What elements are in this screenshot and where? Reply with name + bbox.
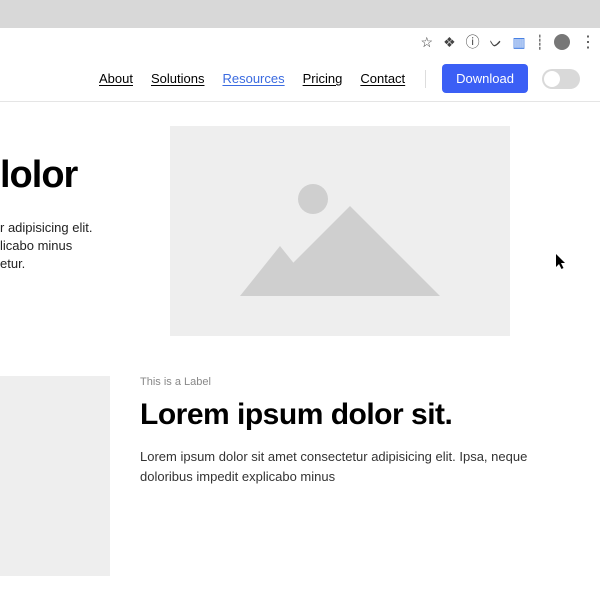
browser-tabbar bbox=[0, 0, 600, 28]
site-header: About Solutions Resources Pricing Contac… bbox=[0, 56, 600, 102]
pocket-icon[interactable]: ᨆ bbox=[490, 35, 503, 49]
hero-image-placeholder bbox=[170, 126, 510, 336]
download-button[interactable]: Download bbox=[442, 64, 528, 93]
nav-contact[interactable]: Contact bbox=[360, 71, 405, 86]
feature-label: This is a Label bbox=[140, 376, 570, 388]
info-icon[interactable]: ⓘ bbox=[466, 35, 480, 49]
primary-nav: About Solutions Resources Pricing Contac… bbox=[99, 71, 405, 86]
layers-icon[interactable]: ❖ bbox=[443, 35, 456, 49]
feature-section: This is a Label Lorem ipsum dolor sit. L… bbox=[0, 336, 600, 576]
toggle-knob bbox=[544, 71, 560, 87]
placeholder-mountain-icon bbox=[260, 206, 440, 296]
hero-title: lolor bbox=[0, 154, 140, 197]
feature-body: Lorem ipsum dolor sit amet consectetur a… bbox=[140, 447, 570, 486]
hero-text: lolor r adipisicing elit. licabo minus e… bbox=[0, 126, 140, 336]
page-content: lolor r adipisicing elit. licabo minus e… bbox=[0, 102, 600, 600]
hero-body: r adipisicing elit. licabo minus etur. bbox=[0, 219, 140, 274]
nav-about[interactable]: About bbox=[99, 71, 133, 86]
nav-resources[interactable]: Resources bbox=[222, 71, 284, 86]
divider-icon: ┊ bbox=[536, 35, 544, 49]
bookmark-star-icon[interactable]: ☆ bbox=[421, 35, 434, 49]
browser-toolbar: ☆ ❖ ⓘ ᨆ ▥ ┊ ⋮ bbox=[0, 28, 600, 56]
theme-toggle[interactable] bbox=[542, 69, 580, 89]
feature-content: This is a Label Lorem ipsum dolor sit. L… bbox=[140, 376, 600, 576]
feature-heading: Lorem ipsum dolor sit. bbox=[140, 398, 570, 431]
feature-image-placeholder bbox=[0, 376, 110, 576]
nav-separator bbox=[425, 70, 426, 88]
overflow-menu-icon[interactable]: ⋮ bbox=[580, 32, 594, 52]
profile-avatar[interactable] bbox=[554, 34, 570, 50]
trello-icon[interactable]: ▥ bbox=[512, 35, 525, 49]
hero-section: lolor r adipisicing elit. licabo minus e… bbox=[0, 102, 600, 336]
nav-solutions[interactable]: Solutions bbox=[151, 71, 204, 86]
nav-pricing[interactable]: Pricing bbox=[303, 71, 343, 86]
